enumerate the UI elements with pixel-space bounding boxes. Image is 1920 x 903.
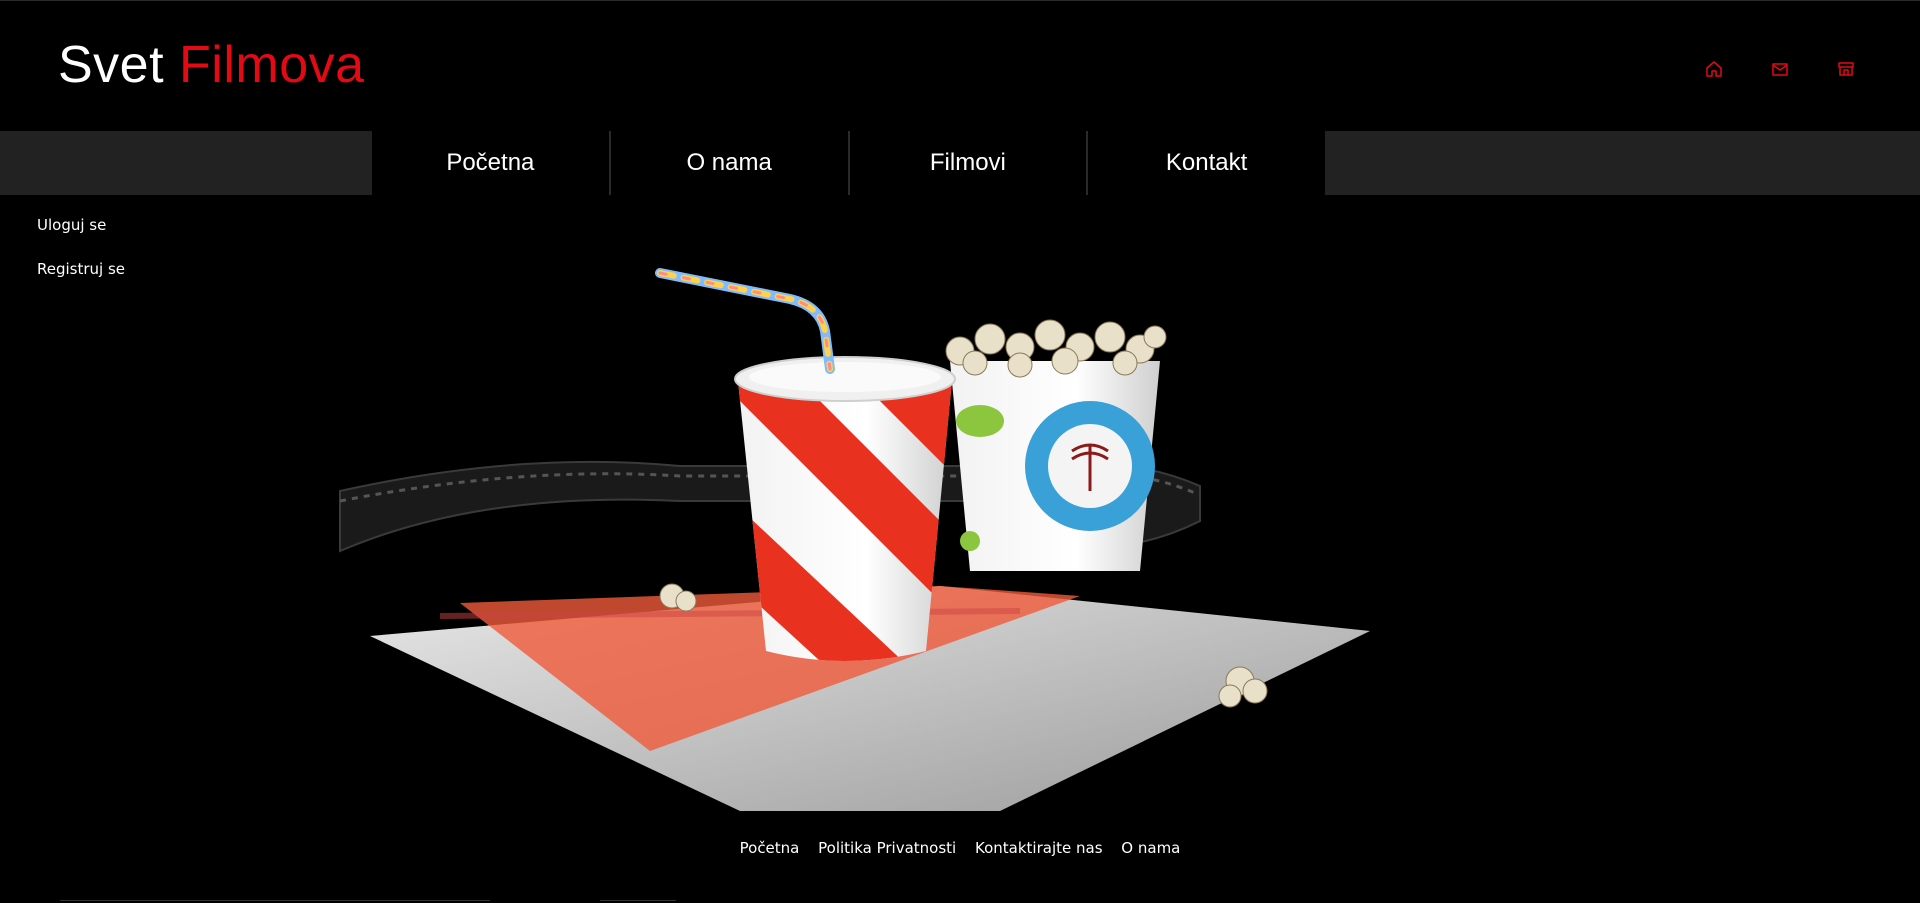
footer-link-contact[interactable]: Kontaktirajte nas [975,839,1103,857]
logo-word-svet: Svet [58,36,165,94]
footer: Početna Politika Privatnosti Kontaktiraj… [0,839,1920,857]
main-nav: Početna O nama Filmovi Kontakt [372,131,1325,195]
footer-link-about[interactable]: O nama [1121,839,1180,857]
header-icons [1704,59,1856,79]
logo-word-filmova: Filmova [179,36,365,94]
footer-divider [60,900,490,901]
nav-item-o-nama[interactable]: O nama [611,131,850,195]
auth-links: Uloguj se Registruj se [37,215,125,303]
site-logo[interactable]: Svet Filmova [58,33,365,97]
home-icon[interactable] [1704,59,1724,79]
header: Svet Filmova [0,1,1920,131]
footer-link-privacy[interactable]: Politika Privatnosti [818,839,956,857]
nav-item-kontakt[interactable]: Kontakt [1088,131,1325,195]
page: Svet Filmova Početna O nama Filmovi Kont… [0,0,1920,903]
footer-link-pocetna[interactable]: Početna [740,839,800,857]
nav-item-filmovi[interactable]: Filmovi [850,131,1089,195]
login-link[interactable]: Uloguj se [37,215,125,235]
footer-divider-short [600,900,676,901]
register-link[interactable]: Registruj se [37,259,125,279]
store-icon[interactable] [1836,59,1856,79]
nav-bar: Početna O nama Filmovi Kontakt [0,131,1920,195]
nav-item-pocetna[interactable]: Početna [372,131,611,195]
mail-icon[interactable] [1770,59,1790,79]
hero-illustration [320,251,1440,821]
straw [655,268,835,374]
